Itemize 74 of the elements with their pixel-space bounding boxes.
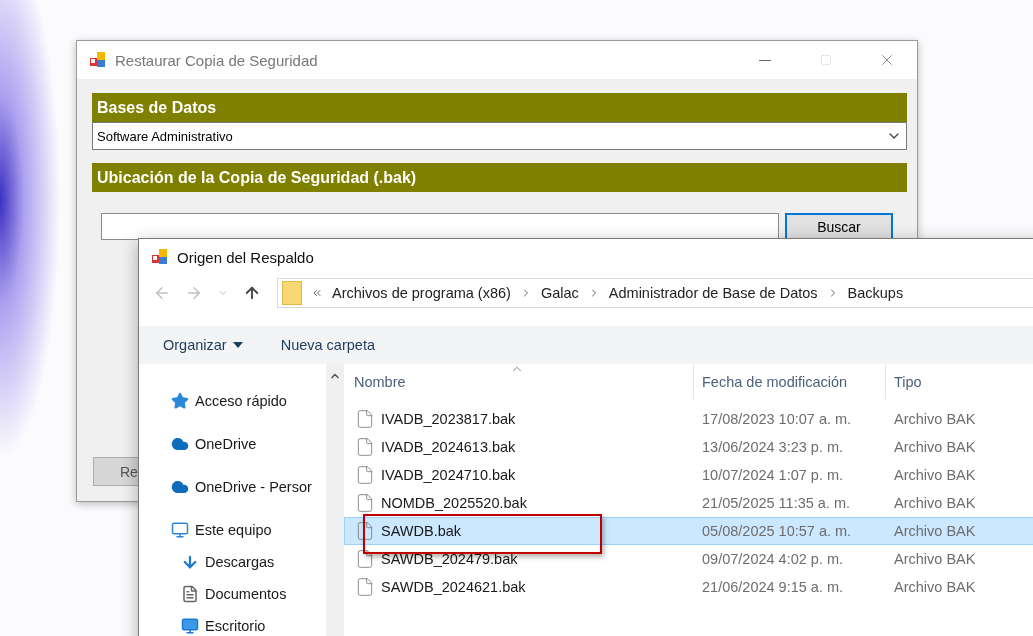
file-icon [355, 409, 375, 429]
desktop-icon [181, 617, 199, 635]
monitor-icon [171, 521, 189, 539]
type-cell-text: Archivo BAK [893, 495, 977, 511]
date-cell-text: 21/06/2024 9:15 a. m. [701, 579, 845, 595]
maximize-icon [819, 54, 832, 66]
path-field[interactable] [101, 213, 779, 240]
file-row[interactable]: NOMDB_2025520.bak 21/05/2025 11:35 a. m. Archivo BAK [344, 489, 1033, 517]
date-cell-text: 21/05/2025 11:35 a. m. [701, 495, 852, 511]
forward-arrow-icon[interactable] [185, 284, 203, 302]
address-bar[interactable]: Archivos de programa (x86) Galac Administrador de Base de Datos Backups [277, 278, 1033, 308]
date-cell-text: 13/06/2024 3:23 p. m. [701, 439, 845, 455]
window-title: Restaurar Copia de Seguridad [115, 51, 319, 69]
database-dropdown[interactable]: Software Administrativo [92, 122, 907, 150]
nav-item[interactable]: OneDrive [139, 428, 326, 460]
file-icon [355, 549, 375, 569]
file-name: IVADB_2024710.bak [381, 467, 516, 483]
file-icon [355, 465, 375, 485]
breadcrumb-item[interactable]: Administrador de Base de Datos [608, 285, 818, 301]
file-name: IVADB_2023817.bak [381, 411, 516, 427]
nav-item[interactable]: Acceso rápido [139, 385, 326, 417]
file-icon [355, 493, 375, 513]
nav-item[interactable]: Descargas [139, 546, 326, 578]
nav-item[interactable]: OneDrive - Persor [139, 471, 326, 503]
app-icon [89, 51, 107, 69]
type-cell-text: Archivo BAK [893, 439, 977, 455]
date-cell-text: 05/08/2025 10:57 a. m. [701, 523, 853, 539]
dialog-title: Origen del Respaldo [177, 248, 315, 266]
folder-icon [282, 281, 302, 305]
file-row[interactable]: SAWDB_2024621.bak 21/06/2024 9:15 a. m. Archivo BAK [344, 573, 1033, 601]
type-cell-text: Archivo BAK [893, 467, 977, 483]
new-folder-button[interactable]: Nueva carpeta [280, 337, 375, 353]
file-row[interactable]: IVADB_2024613.bak 13/06/2024 3:23 p. m. Archivo BAK [344, 433, 1033, 461]
type-cell-text: Archivo BAK [893, 523, 977, 539]
type-cell-text: Archivo BAK [893, 551, 977, 567]
file-icon [355, 577, 375, 597]
breadcrumb-item[interactable]: Archivos de programa (x86) [332, 285, 511, 301]
cloud-icon [171, 478, 189, 496]
document-icon [181, 585, 199, 603]
file-name: SAWDB_202479.bak [381, 551, 518, 567]
nav-item[interactable]: Escritorio [139, 610, 326, 636]
file-icon [355, 521, 375, 541]
file-row[interactable]: SAWDB_202479.bak 09/07/2024 4:02 p. m. Archivo BAK [344, 545, 1033, 573]
file-icon [355, 437, 375, 457]
file-row[interactable]: IVADB_2024710.bak 10/07/2024 1:07 p. m. Archivo BAK [344, 461, 1033, 489]
organize-button[interactable]: Organizar [163, 337, 243, 353]
file-row[interactable]: SAWDB.bak 05/08/2025 10:57 a. m. Archivo BAK [344, 517, 1033, 545]
down-arrow-icon [181, 553, 199, 571]
section-header: Bases de Datos [92, 93, 907, 122]
star-icon [171, 392, 189, 410]
column-header[interactable]: Fecha de modificación [693, 364, 885, 399]
date-cell-text: 10/07/2024 1:07 p. m. [701, 467, 845, 483]
breadcrumb-item[interactable]: Backups [847, 285, 904, 301]
file-name: NOMDB_2025520.bak [381, 495, 527, 511]
file-name: SAWDB.bak [381, 523, 462, 539]
type-cell-text: Archivo BAK [893, 579, 977, 595]
chevrons-left-icon [311, 287, 323, 299]
column-header[interactable]: Tipo [885, 364, 1033, 399]
file-name: SAWDB_2024621.bak [381, 579, 526, 595]
caret-icon [232, 342, 243, 348]
date-cell-text: 09/07/2024 4:02 p. m. [701, 551, 845, 567]
minimize-icon [758, 59, 771, 61]
column-header[interactable]: Nombre [344, 364, 693, 399]
section-header: Ubicación de la Copia de Seguridad (.bak) [92, 163, 907, 192]
file-row[interactable]: IVADB_2023817.bak 17/08/2023 10:07 a. m. Archivo BAK [344, 405, 1033, 433]
cloud-icon [171, 435, 189, 453]
nav-item[interactable]: Este equipo [139, 514, 326, 546]
breadcrumb-item[interactable]: Galac [540, 285, 579, 301]
app-icon [151, 248, 169, 266]
date-cell-text: 17/08/2023 10:07 a. m. [701, 411, 853, 427]
nav-item[interactable]: Documentos [139, 578, 326, 610]
type-cell-text: Archivo BAK [893, 411, 977, 427]
file-name: IVADB_2024613.bak [381, 439, 516, 455]
scrollbar[interactable] [326, 364, 344, 636]
